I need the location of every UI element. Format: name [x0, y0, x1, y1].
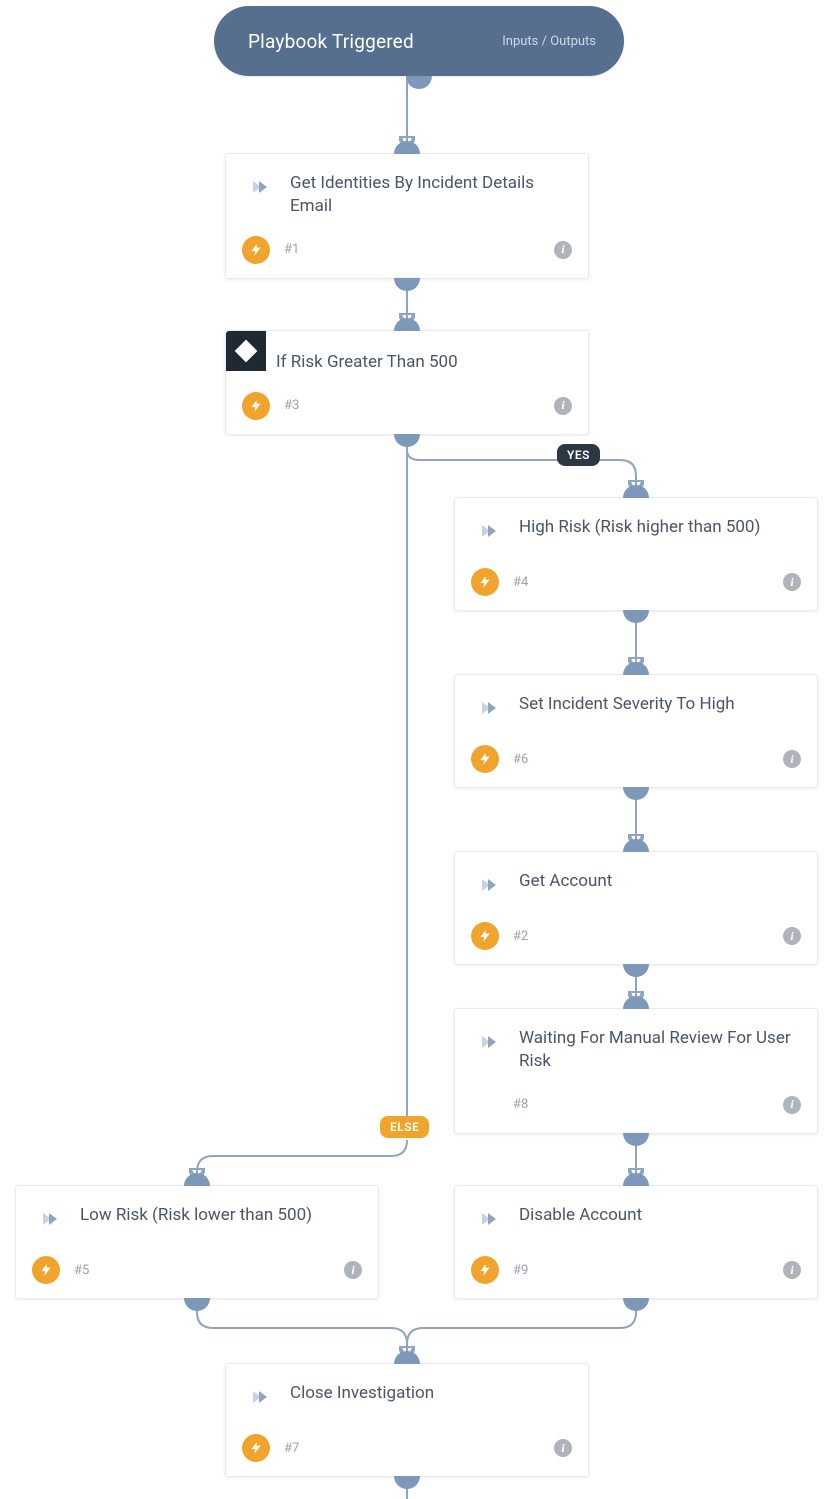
port-in — [623, 662, 649, 688]
port-in — [623, 996, 649, 1022]
task-title: Waiting For Manual Review For User Risk — [519, 1025, 801, 1073]
trigger-node[interactable]: Playbook Triggered Inputs / Outputs — [214, 6, 624, 76]
bolt-icon — [471, 568, 499, 596]
bolt-icon — [471, 922, 499, 950]
step-number: #6 — [513, 752, 528, 767]
bolt-icon — [242, 392, 270, 420]
port-in — [394, 1351, 420, 1377]
step-number: #2 — [513, 929, 528, 944]
step-number: #3 — [284, 398, 299, 413]
info-icon[interactable]: i — [783, 750, 801, 768]
port-in — [623, 839, 649, 865]
task-card-6[interactable]: Set Incident Severity To High #6 i — [454, 674, 818, 788]
step-number: #9 — [513, 1263, 528, 1278]
bolt-icon — [471, 745, 499, 773]
branch-label-yes: YES — [557, 444, 600, 466]
task-card-7[interactable]: Close Investigation #7 i — [225, 1363, 589, 1477]
task-icon — [471, 1023, 509, 1061]
port-out — [623, 597, 649, 623]
trigger-title: Playbook Triggered — [248, 30, 502, 53]
step-number: #1 — [284, 242, 299, 257]
step-number: #4 — [513, 575, 528, 590]
condition-icon — [226, 331, 266, 371]
port-out — [184, 1285, 210, 1311]
task-title: Low Risk (Risk lower than 500) — [80, 1202, 362, 1227]
info-icon[interactable]: i — [783, 1096, 801, 1114]
port-out — [623, 951, 649, 977]
branch-label-else: ELSE — [380, 1116, 429, 1138]
port-out — [394, 421, 420, 447]
condition-card-3[interactable]: If Risk Greater Than 500 #3 i — [225, 330, 589, 435]
port-in — [623, 1173, 649, 1199]
port-in — [394, 318, 420, 344]
step-number: #7 — [284, 1441, 299, 1456]
task-title: Close Investigation — [290, 1380, 572, 1405]
task-card-9[interactable]: Disable Account #9 i — [454, 1185, 818, 1299]
step-number: #8 — [513, 1097, 528, 1112]
bolt-placeholder — [471, 1091, 499, 1119]
info-icon[interactable]: i — [783, 573, 801, 591]
port-out — [394, 265, 420, 291]
task-icon — [242, 1378, 280, 1416]
task-title: High Risk (Risk higher than 500) — [519, 514, 801, 539]
info-icon[interactable]: i — [554, 241, 572, 259]
task-title: If Risk Greater Than 500 — [276, 347, 572, 374]
info-icon[interactable]: i — [554, 397, 572, 415]
step-number: #5 — [74, 1263, 89, 1278]
port-out — [623, 774, 649, 800]
info-icon[interactable]: i — [344, 1261, 362, 1279]
task-title: Get Identities By Incident Details Email — [290, 170, 572, 218]
task-icon — [471, 866, 509, 904]
task-icon — [471, 512, 509, 550]
inputs-outputs-link[interactable]: Inputs / Outputs — [502, 34, 596, 49]
port-out — [623, 1120, 649, 1146]
port-out — [394, 1463, 420, 1489]
bolt-icon — [471, 1256, 499, 1284]
task-card-8[interactable]: Waiting For Manual Review For User Risk … — [454, 1008, 818, 1134]
playbook-canvas: Playbook Triggered Inputs / Outputs Get … — [0, 0, 830, 1499]
info-icon[interactable]: i — [554, 1439, 572, 1457]
info-icon[interactable]: i — [783, 1261, 801, 1279]
task-card-2[interactable]: Get Account #2 i — [454, 851, 818, 965]
port-in — [623, 485, 649, 511]
task-icon — [471, 689, 509, 727]
task-card-5[interactable]: Low Risk (Risk lower than 500) #5 i — [15, 1185, 379, 1299]
task-title: Set Incident Severity To High — [519, 691, 801, 716]
bolt-icon — [242, 236, 270, 264]
info-icon[interactable]: i — [783, 927, 801, 945]
task-icon — [242, 168, 280, 206]
task-card-4[interactable]: High Risk (Risk higher than 500) #4 i — [454, 497, 818, 611]
bolt-icon — [32, 1256, 60, 1284]
bolt-icon — [242, 1434, 270, 1462]
task-card-1[interactable]: Get Identities By Incident Details Email… — [225, 153, 589, 279]
port-out — [406, 63, 432, 89]
task-icon — [32, 1200, 70, 1238]
task-title: Get Account — [519, 868, 801, 893]
port-out — [623, 1285, 649, 1311]
port-in — [394, 141, 420, 167]
task-title: Disable Account — [519, 1202, 801, 1227]
port-in — [184, 1173, 210, 1199]
task-icon — [471, 1200, 509, 1238]
